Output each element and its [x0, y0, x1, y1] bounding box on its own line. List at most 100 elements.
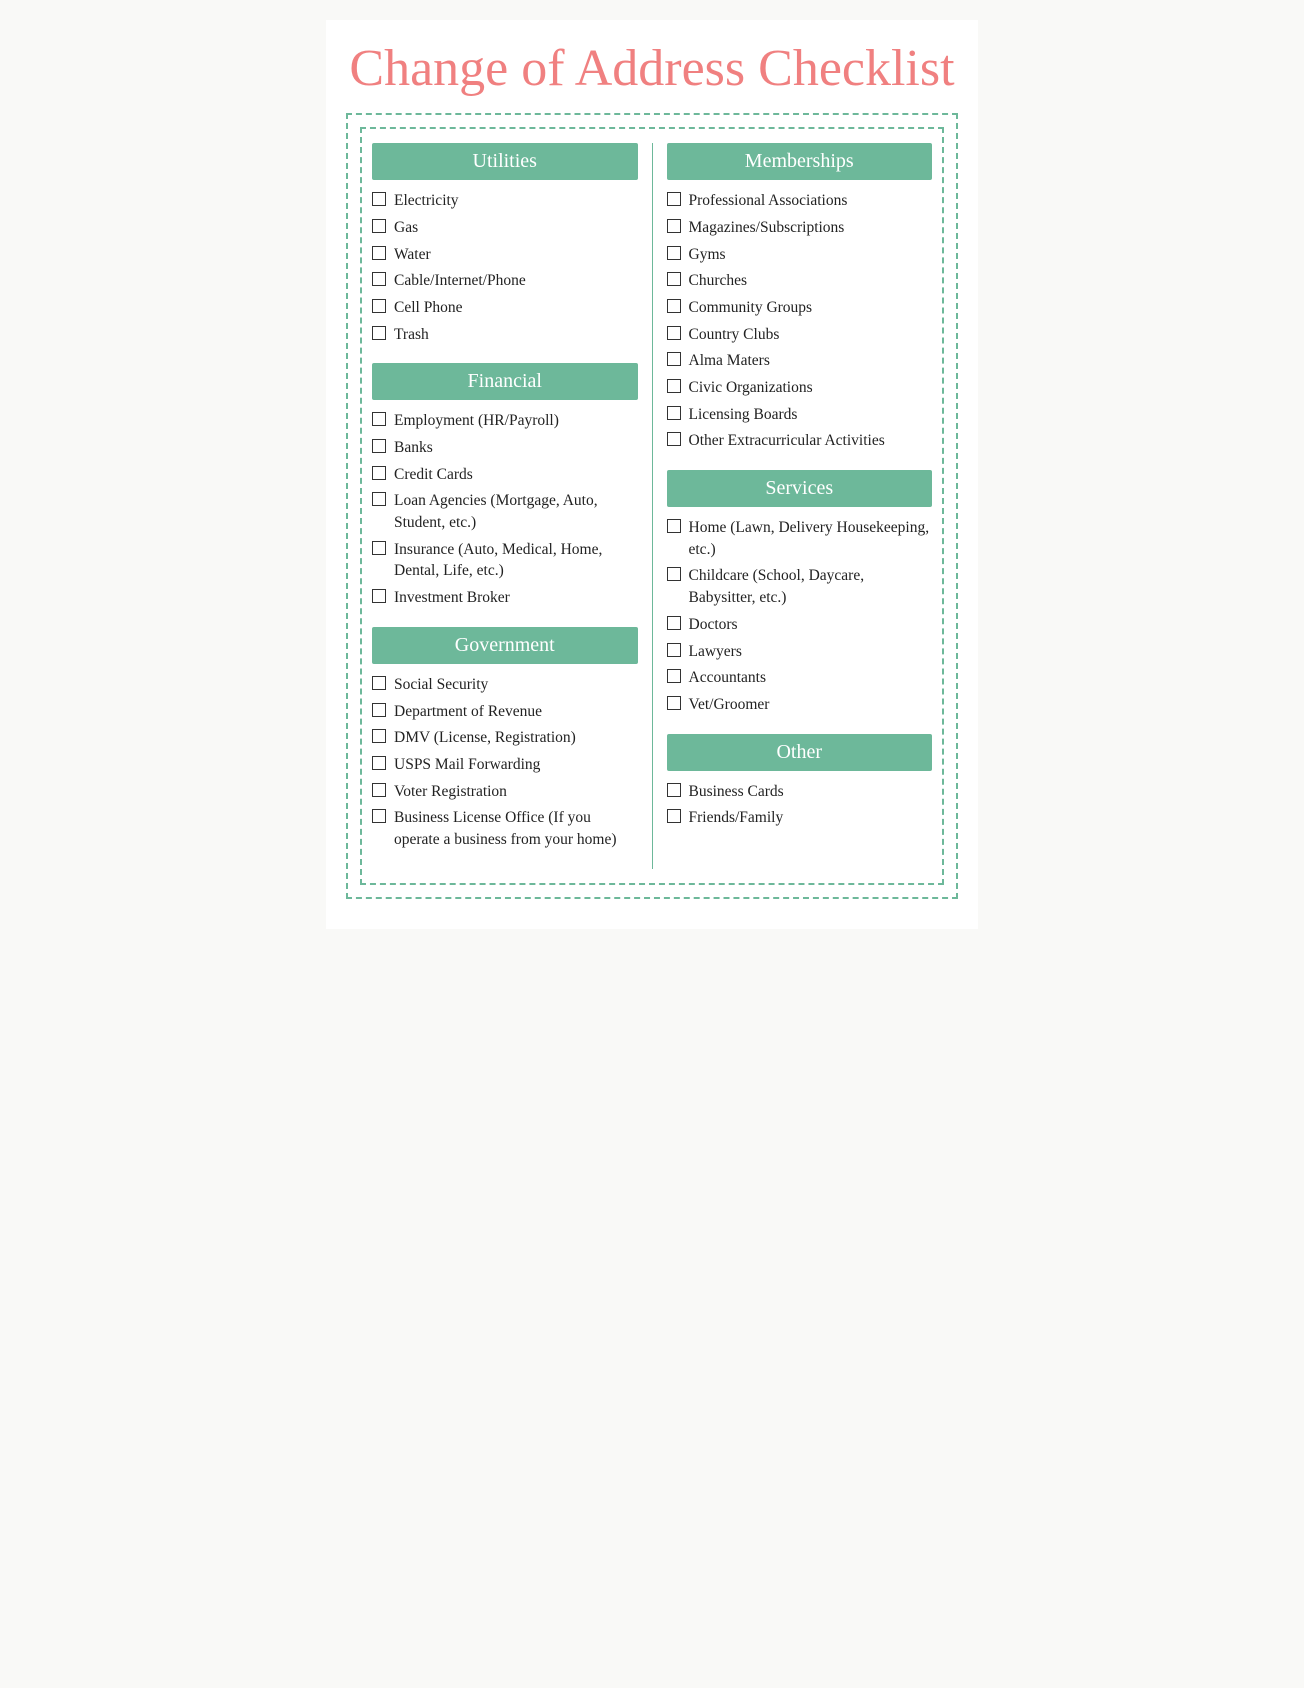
- list-item: Business License Office (If you operate …: [372, 807, 638, 850]
- list-item: Doctors: [667, 614, 933, 636]
- checkbox-icon[interactable]: [667, 696, 681, 710]
- item-label: Loan Agencies (Mortgage, Auto, Student, …: [394, 490, 638, 533]
- item-label: Investment Broker: [394, 587, 638, 609]
- checkbox-icon[interactable]: [372, 703, 386, 717]
- checkbox-icon[interactable]: [372, 466, 386, 480]
- checkbox-icon[interactable]: [372, 783, 386, 797]
- section-header-other: Other: [667, 734, 933, 771]
- checkbox-icon[interactable]: [372, 412, 386, 426]
- page-title: Change of Address Checklist: [346, 40, 958, 97]
- item-label: Churches: [689, 270, 933, 292]
- checkbox-icon[interactable]: [372, 326, 386, 340]
- section-financial: Financial Employment (HR/Payroll) Banks Cre…: [372, 363, 638, 609]
- checkbox-icon[interactable]: [667, 352, 681, 366]
- checkbox-icon[interactable]: [667, 246, 681, 260]
- checkbox-icon[interactable]: [372, 676, 386, 690]
- list-item: Cable/Internet/Phone: [372, 270, 638, 292]
- list-item: Alma Maters: [667, 350, 933, 372]
- list-item: Employment (HR/Payroll): [372, 410, 638, 432]
- checkbox-icon[interactable]: [667, 299, 681, 313]
- section-header-services: Services: [667, 470, 933, 507]
- list-item: Country Clubs: [667, 324, 933, 346]
- checklist-memberships: Professional AssociationsMagazines/Subsc…: [667, 190, 933, 452]
- checkbox-icon[interactable]: [667, 643, 681, 657]
- checkbox-icon[interactable]: [372, 272, 386, 286]
- checkbox-icon[interactable]: [667, 783, 681, 797]
- list-item: Magazines/Subscriptions: [667, 217, 933, 239]
- checkbox-icon[interactable]: [372, 192, 386, 206]
- item-label: Employment (HR/Payroll): [394, 410, 638, 432]
- item-label: Business Cards: [689, 781, 933, 803]
- list-item: Investment Broker: [372, 587, 638, 609]
- item-label: Licensing Boards: [689, 404, 933, 426]
- checklist-government: Social Security Department of Revenue DMV …: [372, 674, 638, 851]
- checklist-other: Business CardsFriends/Family: [667, 781, 933, 829]
- checkbox-icon[interactable]: [667, 519, 681, 533]
- item-label: USPS Mail Forwarding: [394, 754, 638, 776]
- outer-border: UtilitiesElectricityGasWaterCable/Intern…: [346, 113, 958, 898]
- item-label: Country Clubs: [689, 324, 933, 346]
- item-label: Home (Lawn, Delivery Housekeeping, etc.): [689, 517, 933, 560]
- checkbox-icon[interactable]: [372, 729, 386, 743]
- item-label: Civic Organizations: [689, 377, 933, 399]
- checklist-utilities: Electricity Gas Water Cable/Internet/Phone C…: [372, 190, 638, 345]
- section-government: Government Social Security Department of R…: [372, 627, 638, 851]
- checkbox-icon[interactable]: [667, 379, 681, 393]
- list-item: Churches: [667, 270, 933, 292]
- item-label: DMV (License, Registration): [394, 727, 638, 749]
- checkbox-icon[interactable]: [372, 541, 386, 555]
- checkbox-icon[interactable]: [667, 809, 681, 823]
- section-header-memberships: Memberships: [667, 143, 933, 180]
- checkbox-icon[interactable]: [667, 219, 681, 233]
- list-item: Cell Phone: [372, 297, 638, 319]
- checkbox-icon[interactable]: [372, 492, 386, 506]
- page: Change of Address Checklist UtilitiesEle…: [326, 20, 978, 929]
- list-item: Credit Cards: [372, 464, 638, 486]
- checkbox-icon[interactable]: [667, 567, 681, 581]
- item-label: Cell Phone: [394, 297, 638, 319]
- list-item: Water: [372, 244, 638, 266]
- item-label: Lawyers: [689, 641, 933, 663]
- item-label: Community Groups: [689, 297, 933, 319]
- checkbox-icon[interactable]: [667, 272, 681, 286]
- item-label: Cable/Internet/Phone: [394, 270, 638, 292]
- checkbox-icon[interactable]: [372, 756, 386, 770]
- item-label: Banks: [394, 437, 638, 459]
- item-label: Gyms: [689, 244, 933, 266]
- checkbox-icon[interactable]: [667, 406, 681, 420]
- checkbox-icon[interactable]: [372, 589, 386, 603]
- checkbox-icon[interactable]: [667, 432, 681, 446]
- checkbox-icon[interactable]: [667, 669, 681, 683]
- checkbox-icon[interactable]: [667, 616, 681, 630]
- item-label: Accountants: [689, 667, 933, 689]
- checkbox-icon[interactable]: [667, 192, 681, 206]
- list-item: Voter Registration: [372, 781, 638, 803]
- section-header-financial: Financial: [372, 363, 638, 400]
- checkbox-icon[interactable]: [372, 809, 386, 823]
- section-other: Other Business CardsFriends/Family: [667, 734, 933, 829]
- item-label: Gas: [394, 217, 638, 239]
- right-column: Memberships Professional AssociationsMaga…: [653, 143, 933, 868]
- list-item: Licensing Boards: [667, 404, 933, 426]
- list-item: Lawyers: [667, 641, 933, 663]
- list-item: Insurance (Auto, Medical, Home, Dental, …: [372, 539, 638, 582]
- checkbox-icon[interactable]: [372, 219, 386, 233]
- item-label: Social Security: [394, 674, 638, 696]
- checkbox-icon[interactable]: [372, 439, 386, 453]
- checkbox-icon[interactable]: [667, 326, 681, 340]
- list-item: Electricity: [372, 190, 638, 212]
- item-label: Credit Cards: [394, 464, 638, 486]
- list-item: Social Security: [372, 674, 638, 696]
- checkbox-icon[interactable]: [372, 299, 386, 313]
- item-label: Other Extracurricular Activities: [689, 430, 933, 452]
- section-services: Services Home (Lawn, Delivery Housekeepin…: [667, 470, 933, 716]
- list-item: Banks: [372, 437, 638, 459]
- section-header-government: Government: [372, 627, 638, 664]
- left-column: UtilitiesElectricityGasWaterCable/Intern…: [372, 143, 653, 868]
- list-item: Loan Agencies (Mortgage, Auto, Student, …: [372, 490, 638, 533]
- item-label: Electricity: [394, 190, 638, 212]
- item-label: Department of Revenue: [394, 701, 638, 723]
- checkbox-icon[interactable]: [372, 246, 386, 260]
- list-item: Gyms: [667, 244, 933, 266]
- item-label: Vet/Groomer: [689, 694, 933, 716]
